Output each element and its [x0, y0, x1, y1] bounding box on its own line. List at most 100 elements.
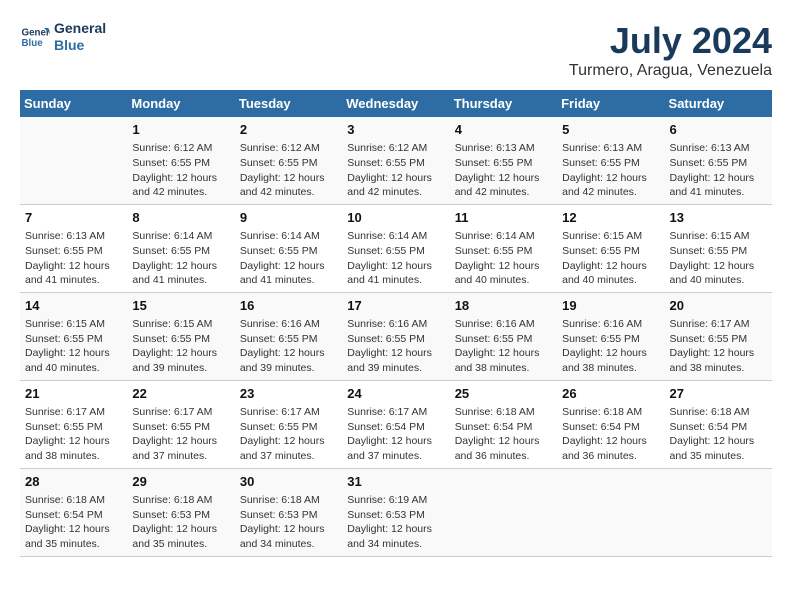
logo-blue: Blue	[54, 37, 84, 53]
calendar-cell: 19Sunrise: 6:16 AMSunset: 6:55 PMDayligh…	[557, 292, 664, 380]
logo-icon: General Blue	[20, 22, 50, 52]
day-info-line: Sunrise: 6:14 AM	[132, 229, 229, 244]
day-info-line: Daylight: 12 hours	[132, 171, 229, 186]
calendar-cell: 7Sunrise: 6:13 AMSunset: 6:55 PMDaylight…	[20, 204, 127, 292]
day-info-line: Sunset: 6:55 PM	[132, 156, 229, 171]
calendar-cell: 22Sunrise: 6:17 AMSunset: 6:55 PMDayligh…	[127, 380, 234, 468]
calendar-cell: 4Sunrise: 6:13 AMSunset: 6:55 PMDaylight…	[450, 117, 557, 204]
day-number: 2	[240, 121, 337, 139]
day-info-line: Daylight: 12 hours	[562, 346, 659, 361]
calendar-cell: 24Sunrise: 6:17 AMSunset: 6:54 PMDayligh…	[342, 380, 449, 468]
day-info-line: Daylight: 12 hours	[347, 434, 444, 449]
day-info-line: Sunrise: 6:15 AM	[25, 317, 122, 332]
day-info-line: Daylight: 12 hours	[562, 259, 659, 274]
day-info-line: Sunrise: 6:18 AM	[240, 493, 337, 508]
day-info-line: Daylight: 12 hours	[240, 522, 337, 537]
calendar-cell: 6Sunrise: 6:13 AMSunset: 6:55 PMDaylight…	[665, 117, 772, 204]
day-info-line: Daylight: 12 hours	[25, 346, 122, 361]
calendar-cell: 21Sunrise: 6:17 AMSunset: 6:55 PMDayligh…	[20, 380, 127, 468]
calendar-cell: 15Sunrise: 6:15 AMSunset: 6:55 PMDayligh…	[127, 292, 234, 380]
calendar-cell: 18Sunrise: 6:16 AMSunset: 6:55 PMDayligh…	[450, 292, 557, 380]
day-info-line: and 40 minutes.	[670, 273, 767, 288]
day-info-line: Sunrise: 6:12 AM	[240, 141, 337, 156]
day-info-line: Sunset: 6:55 PM	[455, 332, 552, 347]
day-info-line: Daylight: 12 hours	[347, 522, 444, 537]
week-row-4: 21Sunrise: 6:17 AMSunset: 6:55 PMDayligh…	[20, 380, 772, 468]
day-number: 7	[25, 209, 122, 227]
header-wednesday: Wednesday	[342, 90, 449, 117]
day-number: 14	[25, 297, 122, 315]
day-number: 28	[25, 473, 122, 491]
day-info-line: Sunrise: 6:16 AM	[347, 317, 444, 332]
day-info-line: Sunrise: 6:12 AM	[132, 141, 229, 156]
day-info-line: Sunrise: 6:17 AM	[25, 405, 122, 420]
logo: General Blue General Blue	[20, 20, 106, 54]
day-info-line: Sunrise: 6:18 AM	[132, 493, 229, 508]
day-number: 18	[455, 297, 552, 315]
day-info-line: Sunrise: 6:17 AM	[347, 405, 444, 420]
day-info-line: and 41 minutes.	[670, 185, 767, 200]
day-info-line: Daylight: 12 hours	[347, 171, 444, 186]
day-info-line: Sunrise: 6:13 AM	[25, 229, 122, 244]
calendar-cell	[450, 468, 557, 556]
day-number: 26	[562, 385, 659, 403]
page-title: July 2024	[569, 20, 772, 62]
calendar-cell: 10Sunrise: 6:14 AMSunset: 6:55 PMDayligh…	[342, 204, 449, 292]
calendar-cell: 26Sunrise: 6:18 AMSunset: 6:54 PMDayligh…	[557, 380, 664, 468]
day-info-line: Sunset: 6:53 PM	[240, 508, 337, 523]
day-info-line: Daylight: 12 hours	[670, 434, 767, 449]
day-number: 16	[240, 297, 337, 315]
day-number: 29	[132, 473, 229, 491]
calendar-cell: 25Sunrise: 6:18 AMSunset: 6:54 PMDayligh…	[450, 380, 557, 468]
day-info-line: Sunrise: 6:17 AM	[132, 405, 229, 420]
day-info-line: and 39 minutes.	[132, 361, 229, 376]
day-number: 12	[562, 209, 659, 227]
day-info-line: and 38 minutes.	[562, 361, 659, 376]
day-info-line: Daylight: 12 hours	[670, 346, 767, 361]
day-info-line: and 42 minutes.	[132, 185, 229, 200]
day-info-line: Sunrise: 6:17 AM	[240, 405, 337, 420]
day-info-line: Sunset: 6:55 PM	[455, 156, 552, 171]
calendar-cell: 27Sunrise: 6:18 AMSunset: 6:54 PMDayligh…	[665, 380, 772, 468]
day-info-line: Sunrise: 6:15 AM	[670, 229, 767, 244]
svg-text:Blue: Blue	[22, 38, 44, 49]
day-info-line: Sunrise: 6:15 AM	[562, 229, 659, 244]
day-info-line: Sunset: 6:53 PM	[347, 508, 444, 523]
day-info-line: Sunset: 6:55 PM	[455, 244, 552, 259]
day-number: 1	[132, 121, 229, 139]
day-number: 15	[132, 297, 229, 315]
day-info-line: Sunset: 6:55 PM	[670, 156, 767, 171]
day-number: 6	[670, 121, 767, 139]
calendar-header: SundayMondayTuesdayWednesdayThursdayFrid…	[20, 90, 772, 117]
day-info-line: Sunrise: 6:14 AM	[455, 229, 552, 244]
day-info-line: and 37 minutes.	[347, 449, 444, 464]
calendar-cell	[557, 468, 664, 556]
day-info-line: and 39 minutes.	[240, 361, 337, 376]
calendar-cell: 1 Sunrise: 6:12 AMSunset: 6:55 PMDaylight…	[127, 117, 234, 204]
day-info-line: Sunrise: 6:13 AM	[562, 141, 659, 156]
title-block: July 2024 Turmero, Aragua, Venezuela	[569, 20, 772, 80]
day-info-line: Sunset: 6:55 PM	[240, 420, 337, 435]
day-info-line: Daylight: 12 hours	[132, 522, 229, 537]
day-info-line: Daylight: 12 hours	[240, 346, 337, 361]
day-info-line: Daylight: 12 hours	[25, 434, 122, 449]
day-info-line: Sunrise: 6:18 AM	[455, 405, 552, 420]
day-info-line: Daylight: 12 hours	[562, 434, 659, 449]
day-info-line: Sunrise: 6:14 AM	[347, 229, 444, 244]
day-number: 8	[132, 209, 229, 227]
day-info-line: Sunset: 6:55 PM	[132, 420, 229, 435]
day-info-line: Daylight: 12 hours	[132, 259, 229, 274]
day-info-line: Sunset: 6:54 PM	[562, 420, 659, 435]
day-info-line: and 37 minutes.	[240, 449, 337, 464]
header-tuesday: Tuesday	[235, 90, 342, 117]
header-monday: Monday	[127, 90, 234, 117]
calendar-cell: 2Sunrise: 6:12 AMSunset: 6:55 PMDaylight…	[235, 117, 342, 204]
day-number: 24	[347, 385, 444, 403]
calendar-cell	[20, 117, 127, 204]
week-row-3: 14 Sunrise: 6:15 AM Sunset: 6:55 PM Dayligh…	[20, 292, 772, 380]
calendar-cell: 29Sunrise: 6:18 AMSunset: 6:53 PMDayligh…	[127, 468, 234, 556]
day-number: 13	[670, 209, 767, 227]
calendar-cell: 31Sunrise: 6:19 AMSunset: 6:53 PMDayligh…	[342, 468, 449, 556]
day-info-line: Sunset: 6:55 PM	[670, 244, 767, 259]
day-info-line: Daylight: 12 hours	[562, 171, 659, 186]
